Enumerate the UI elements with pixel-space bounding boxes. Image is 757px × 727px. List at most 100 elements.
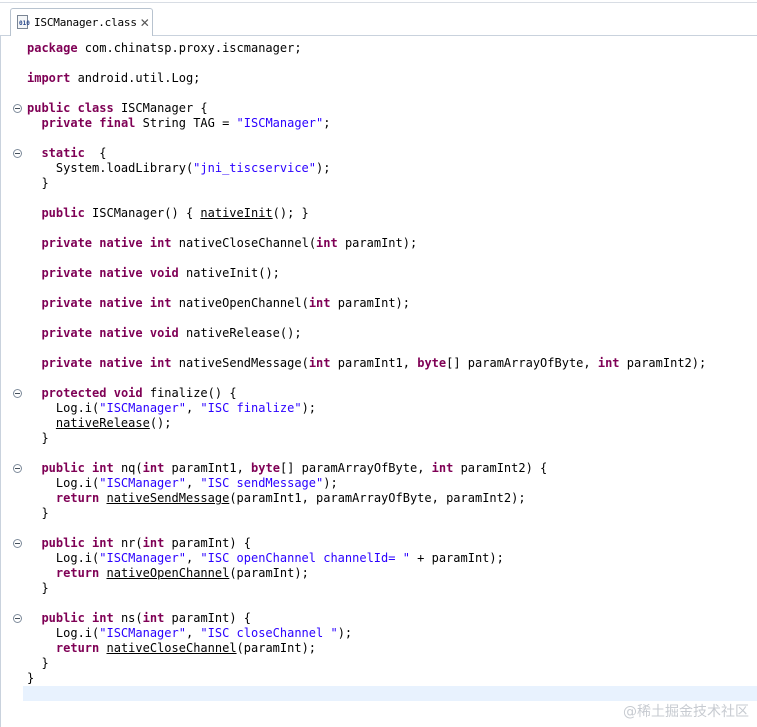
keyword-token: int (316, 236, 338, 250)
code-line[interactable] (27, 56, 757, 71)
code-token: ns( (113, 611, 143, 625)
keyword-token: int (92, 461, 114, 475)
code-line[interactable] (27, 521, 757, 536)
code-line[interactable]: } (27, 671, 757, 686)
code-line[interactable]: return nativeOpenChannel(paramInt); (27, 566, 757, 581)
code-line[interactable]: return nativeSendMessage(paramInt1, para… (27, 491, 757, 506)
keyword-token: package (27, 41, 78, 55)
code-line[interactable]: import android.util.Log; (27, 71, 757, 86)
code-line[interactable]: Log.i("ISCManager", "ISC closeChannel ")… (27, 626, 757, 641)
code-token: } (27, 581, 49, 595)
fold-collapse-icon[interactable] (13, 539, 22, 548)
fold-collapse-icon[interactable] (13, 614, 22, 623)
code-line[interactable] (27, 86, 757, 101)
code-token: ); (337, 626, 353, 640)
code-line[interactable]: } (27, 581, 757, 596)
code-line[interactable] (27, 686, 757, 701)
keyword-token: int (142, 461, 165, 475)
code-line[interactable] (27, 311, 757, 326)
keyword-token: void (113, 386, 143, 400)
code-line[interactable]: } (27, 176, 757, 191)
code-line[interactable] (27, 596, 757, 611)
code-line[interactable]: private native void nativeRelease(); (27, 326, 757, 341)
code-token: paramInt) { (164, 536, 252, 550)
code-token: + paramInt); (409, 551, 504, 565)
fold-collapse-icon[interactable] (13, 464, 22, 473)
code-line[interactable]: private native int nativeOpenChannel(int… (27, 296, 757, 311)
code-line[interactable] (27, 191, 757, 206)
code-line[interactable]: public class ISCManager { (27, 101, 757, 116)
code-line[interactable]: public int nr(int paramInt) { (27, 536, 757, 551)
keyword-token: int (431, 461, 454, 475)
code-line[interactable]: private native void nativeInit(); (27, 266, 757, 281)
close-icon[interactable]: ✕ (140, 17, 150, 29)
code-line[interactable]: private native int nativeSendMessage(int… (27, 356, 757, 371)
code-line[interactable]: } (27, 431, 757, 446)
code-token: System.loadLibrary( (27, 161, 194, 175)
code-token: paramInt2); (619, 356, 707, 370)
keyword-token: int (92, 536, 114, 550)
code-token: nativeCloseChannel( (171, 236, 317, 250)
keyword-token: byte (417, 356, 447, 370)
code-line[interactable] (27, 371, 757, 386)
code-area[interactable]: package com.chinatsp.proxy.iscmanager; im… (27, 41, 757, 701)
code-line[interactable]: Log.i("ISCManager", "ISC openChannel cha… (27, 551, 757, 566)
keyword-token: int (92, 611, 114, 625)
code-token: nq( (113, 461, 143, 475)
code-line[interactable] (27, 341, 757, 356)
code-line[interactable]: nativeRelease(); (27, 416, 757, 431)
keyword-token: int (149, 356, 172, 370)
code-line[interactable]: package com.chinatsp.proxy.iscmanager; (27, 41, 757, 56)
code-token: } (27, 431, 49, 445)
code-token: , (185, 626, 201, 640)
code-token: [] paramArrayOfByte, (446, 356, 598, 370)
code-token: ISCManager() { (84, 206, 201, 220)
method-reference-token: nativeInit (200, 206, 273, 220)
code-line[interactable]: private final String TAG = "ISCManager"; (27, 116, 757, 131)
code-token: } (27, 176, 49, 190)
code-line[interactable]: public ISCManager() { nativeInit(); } (27, 206, 757, 221)
fold-collapse-icon[interactable] (13, 149, 22, 158)
code-editor[interactable]: package com.chinatsp.proxy.iscmanager; im… (0, 36, 757, 727)
code-line[interactable]: public int nq(int paramInt1, byte[] para… (27, 461, 757, 476)
code-line[interactable] (27, 446, 757, 461)
code-line[interactable]: private native int nativeCloseChannel(in… (27, 236, 757, 251)
keyword-token: static (41, 146, 85, 160)
code-line[interactable]: System.loadLibrary("jni_tiscservice"); (27, 161, 757, 176)
code-line[interactable] (27, 221, 757, 236)
fold-collapse-icon[interactable] (13, 104, 22, 113)
code-token: paramInt) { (164, 611, 252, 625)
code-line[interactable]: return nativeCloseChannel(paramInt); (27, 641, 757, 656)
code-token: (paramInt); (229, 566, 309, 580)
code-token: } (27, 671, 35, 685)
code-line[interactable]: } (27, 656, 757, 671)
tab-iscmanager-class[interactable]: 010 ISCManager.class ✕ (10, 8, 153, 36)
code-line[interactable]: } (27, 506, 757, 521)
code-line[interactable] (27, 281, 757, 296)
keyword-token: native (99, 296, 143, 310)
keyword-token: native (99, 326, 143, 340)
code-line[interactable]: static { (27, 146, 757, 161)
code-line[interactable]: protected void finalize() { (27, 386, 757, 401)
keyword-token: import (27, 71, 71, 85)
fold-collapse-icon[interactable] (13, 389, 22, 398)
code-line[interactable]: public int ns(int paramInt) { (27, 611, 757, 626)
code-token: Log.i( (27, 401, 100, 415)
code-line[interactable] (27, 251, 757, 266)
code-line[interactable] (27, 131, 757, 146)
code-line[interactable]: Log.i("ISCManager", "ISC finalize"); (27, 401, 757, 416)
code-line[interactable]: Log.i("ISCManager", "ISC sendMessage"); (27, 476, 757, 491)
watermark: @稀土掘金技术社区 (623, 704, 749, 720)
